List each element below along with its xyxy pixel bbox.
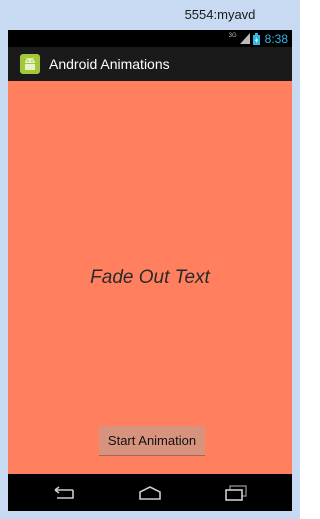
- window-titlebar: 5554:myavd: [0, 0, 300, 30]
- start-animation-button[interactable]: Start Animation: [99, 426, 205, 456]
- device-screen: 3G 8:38 Android Animations Fade Out Text…: [8, 30, 292, 511]
- status-bar: 3G 8:38: [8, 30, 292, 47]
- fade-out-text: Fade Out Text: [90, 267, 210, 288]
- home-icon[interactable]: [125, 479, 175, 507]
- main-content: Fade Out Text Start Animation: [8, 81, 292, 474]
- back-icon[interactable]: [36, 479, 86, 507]
- status-clock: 8:38: [264, 31, 288, 46]
- emulator-window: 5554:myavd 3G 8:38 Android Animations Fa…: [0, 0, 300, 519]
- signal-icon: [239, 33, 250, 44]
- battery-icon: [252, 32, 260, 45]
- status-icons: 3G 8:38: [229, 31, 288, 46]
- action-bar: Android Animations: [8, 47, 292, 81]
- window-title: 5554:myavd: [184, 7, 256, 22]
- android-app-icon: [19, 53, 41, 75]
- network-type-label: 3G: [228, 32, 237, 39]
- app-title: Android Animations: [49, 56, 170, 72]
- recent-apps-icon[interactable]: [211, 479, 261, 507]
- navigation-bar: [8, 474, 292, 511]
